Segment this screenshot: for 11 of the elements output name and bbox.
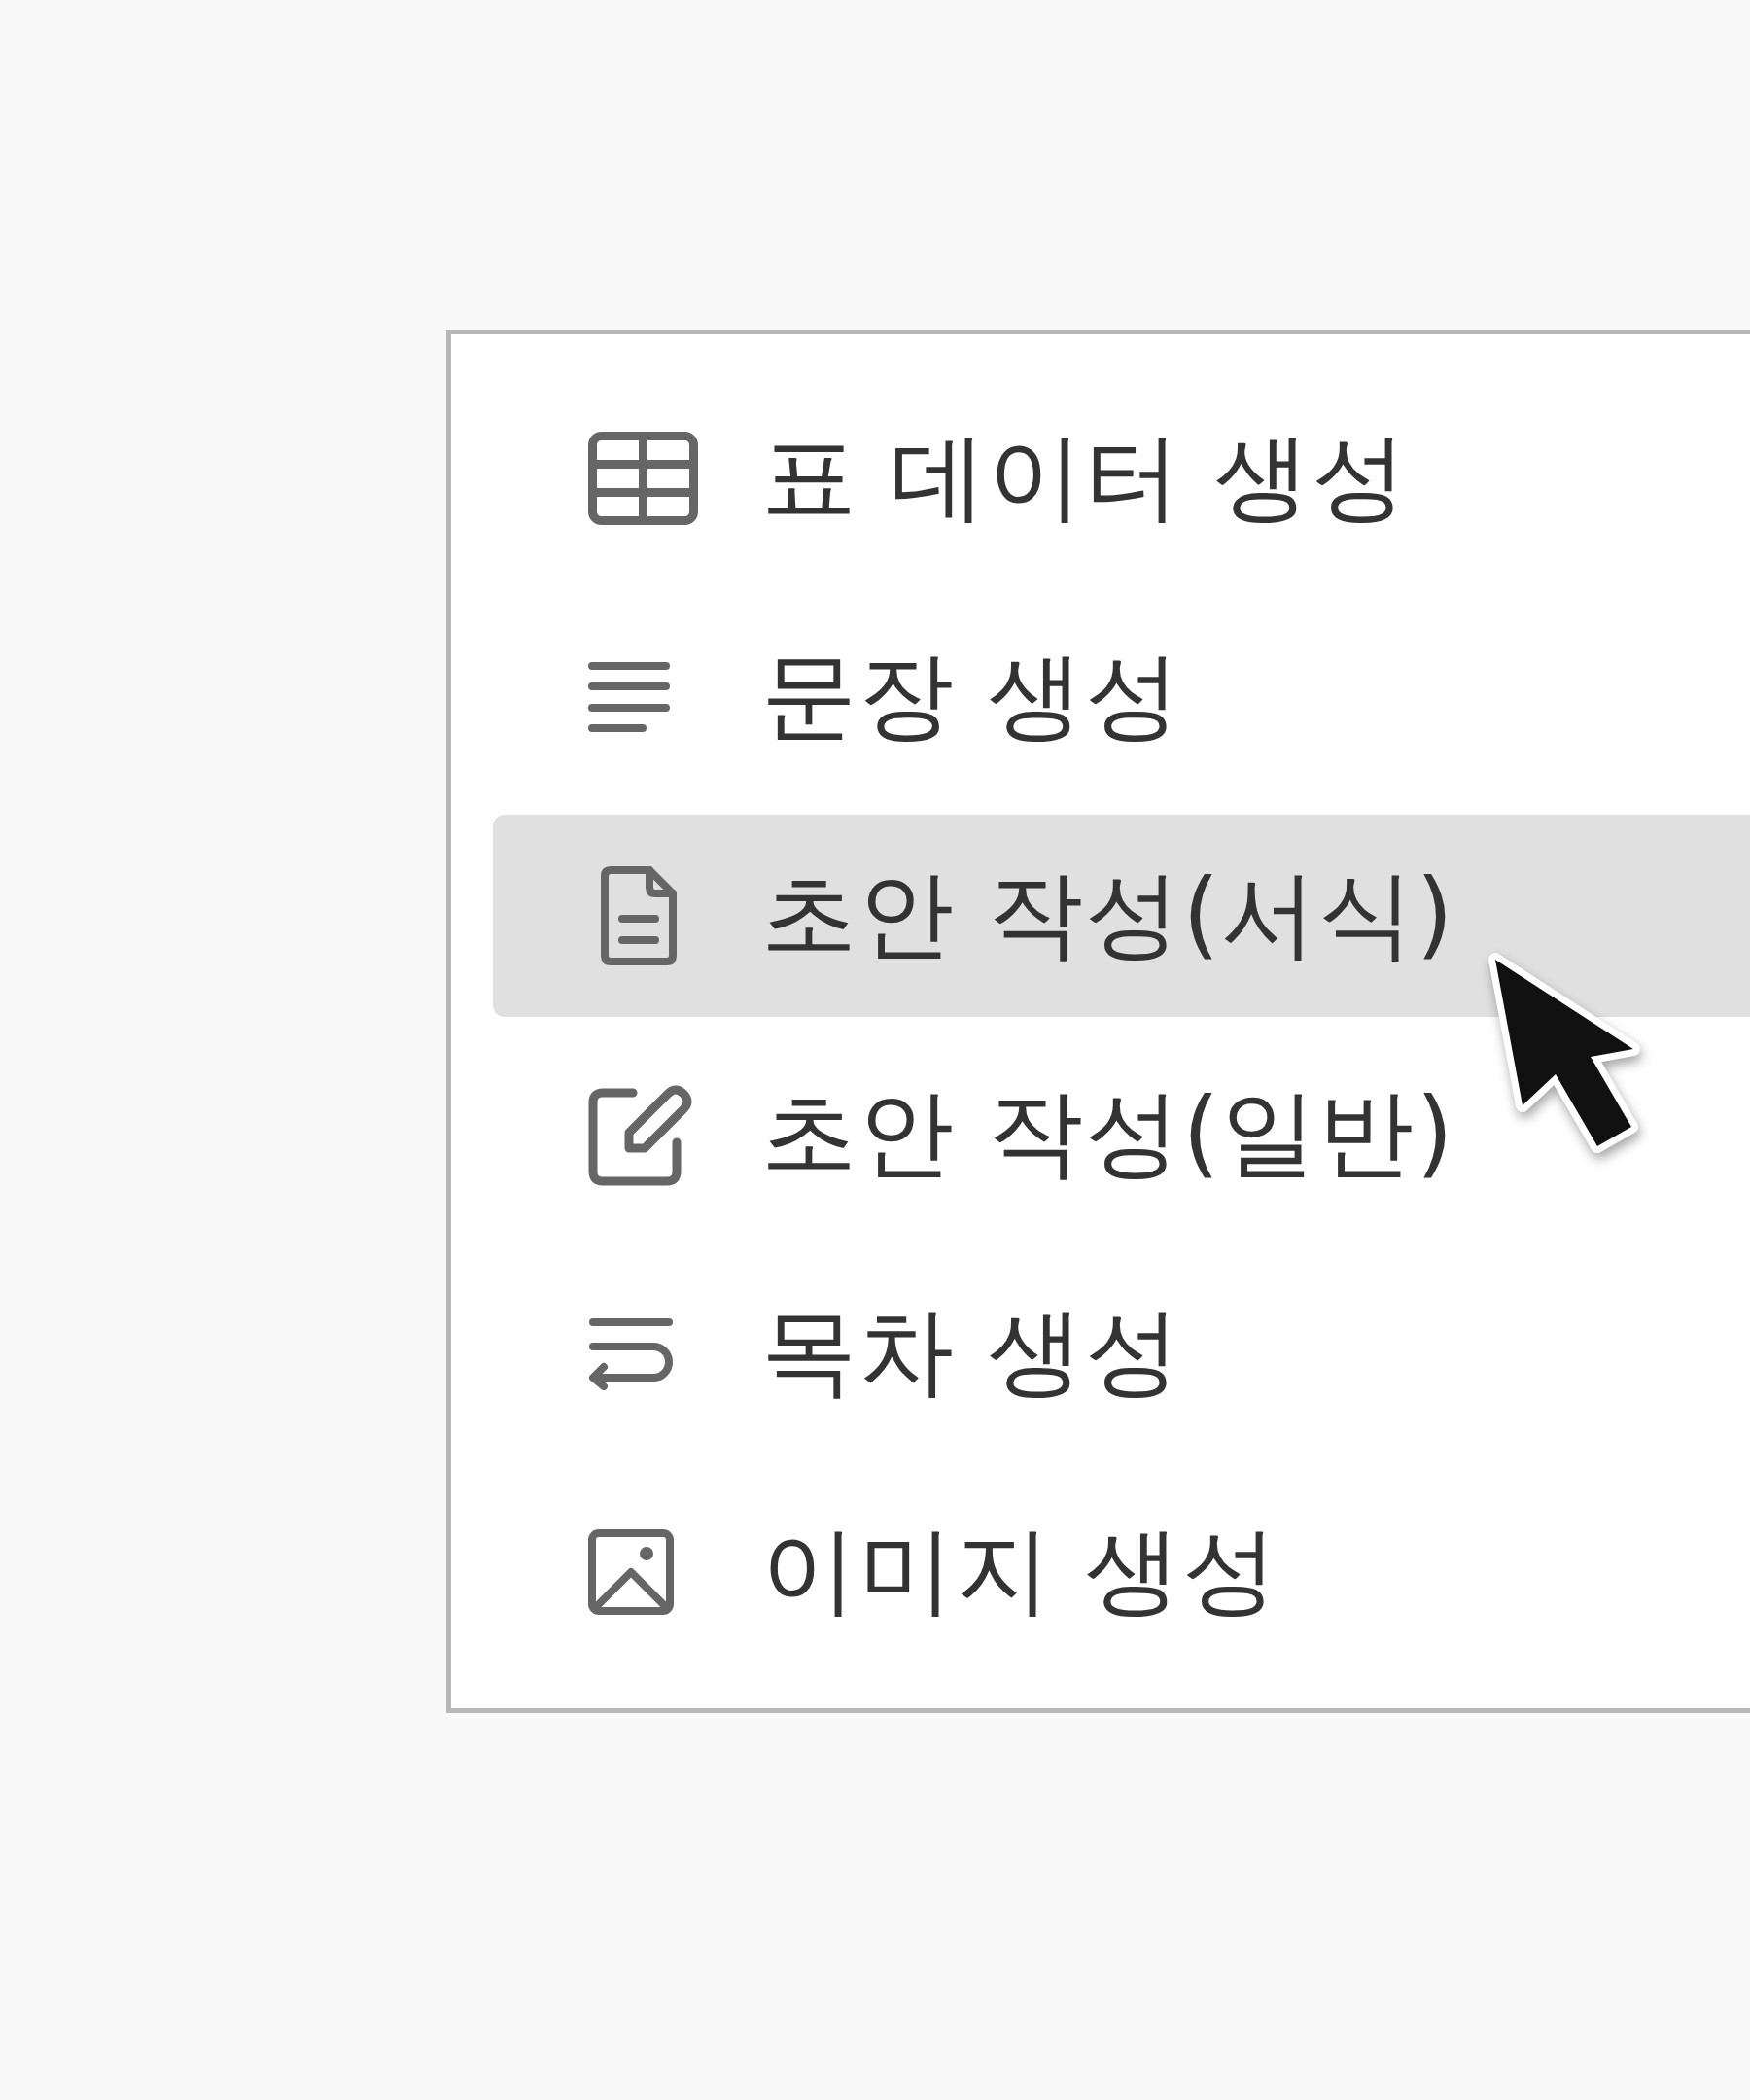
- menu-item[interactable]: 문장 생성: [493, 596, 1750, 798]
- table-icon: [588, 432, 698, 525]
- menu-item[interactable]: 초안 작성(일반): [493, 1033, 1750, 1236]
- image-icon: [588, 1529, 674, 1615]
- menu-item[interactable]: 이미지 생성: [493, 1471, 1750, 1673]
- menu-item[interactable]: 표 데이터 생성: [493, 377, 1750, 579]
- pencil-square-icon: [588, 1083, 694, 1186]
- text-lines-icon: [588, 661, 670, 733]
- menu-item[interactable]: 목차 생성: [493, 1252, 1750, 1454]
- document-icon: [601, 866, 677, 965]
- menu-item[interactable]: 초안 작성(서식): [493, 815, 1750, 1017]
